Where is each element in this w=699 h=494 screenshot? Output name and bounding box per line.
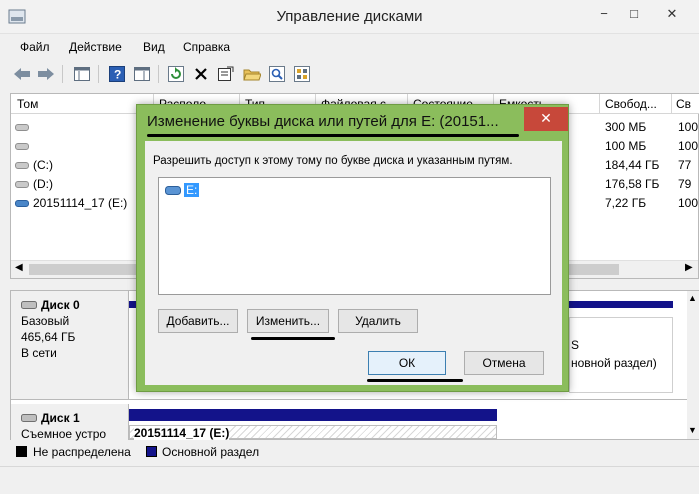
volume-disk-icon: [15, 181, 29, 188]
disk-1-type: Съемное устро: [21, 427, 107, 441]
scroll-right-icon[interactable]: ▶: [685, 262, 693, 273]
refresh-icon[interactable]: [166, 64, 186, 84]
drive-icon: [165, 185, 181, 195]
volume-free-space: 7,22 ГБ: [605, 196, 647, 210]
window-close-button[interactable]: ✕: [648, 2, 696, 26]
properties-panel-icon[interactable]: [132, 64, 152, 84]
dialog-title: Изменение буквы диска или путей для E: (…: [147, 113, 499, 130]
disk-0-partition-filesystem: S: [571, 338, 580, 352]
properties-icon[interactable]: [216, 64, 236, 84]
disk-1-title: Диск 1: [41, 411, 80, 425]
legend-unallocated-swatch: [16, 446, 27, 457]
hard-disk-icon: [21, 301, 37, 309]
dialog-description: Разрешить доступ к этому тому по букве д…: [153, 155, 513, 167]
volume-free-percent: 100: [678, 120, 699, 134]
settings-icon[interactable]: [292, 64, 312, 84]
paths-list[interactable]: E:: [158, 177, 551, 295]
scroll-left-icon[interactable]: ◀: [15, 262, 23, 273]
path-list-item[interactable]: E:: [165, 182, 200, 198]
path-item-label: E:: [184, 183, 200, 197]
menu-view[interactable]: Вид: [143, 40, 165, 54]
cancel-button[interactable]: Отмена: [464, 351, 544, 375]
column-header-free-percent[interactable]: Св: [676, 97, 698, 111]
menu-help[interactable]: Справка: [183, 40, 230, 54]
forward-arrow-icon[interactable]: [36, 64, 56, 84]
remove-button[interactable]: Удалить: [338, 309, 418, 333]
minimize-button[interactable]: −: [590, 2, 618, 26]
disk-0-partition-type: новной раздел): [571, 356, 657, 370]
menu-file[interactable]: Файл: [20, 40, 50, 54]
disk-1-partition-bar: [129, 409, 497, 421]
volume-free-space: 100 МБ: [605, 139, 647, 153]
status-bar: [0, 466, 699, 494]
disk-0-status: В сети: [21, 346, 57, 360]
legend: Не распределена Основной раздел: [10, 442, 699, 462]
disk-1-partition[interactable]: 20151114_17 (E:): [129, 425, 497, 440]
svg-text:?: ?: [114, 68, 121, 82]
volume-name: 20151114_17 (E:): [33, 196, 128, 210]
menu-action[interactable]: Действие: [69, 40, 122, 54]
ok-underline-mark: [367, 379, 463, 382]
disk-0-type: Базовый: [21, 314, 70, 328]
legend-primary-swatch: [146, 446, 157, 457]
volume-free-percent: 100: [678, 196, 699, 210]
disk-1-info[interactable]: Диск 1 Съемное устро: [11, 404, 129, 441]
ok-button[interactable]: ОК: [368, 351, 446, 375]
volume-free-space: 300 МБ: [605, 120, 647, 134]
open-folder-icon[interactable]: [242, 64, 262, 84]
menu-bar: Файл Действие Вид Справка: [0, 36, 699, 58]
search-icon[interactable]: [267, 64, 287, 84]
dialog-close-button[interactable]: ✕: [524, 107, 568, 131]
column-header-free-space[interactable]: Свобод...: [605, 97, 671, 111]
help-icon[interactable]: ?: [107, 64, 127, 84]
add-button[interactable]: Добавить...: [158, 309, 238, 333]
title-underline-mark: [147, 134, 519, 137]
legend-primary-label: Основной раздел: [162, 445, 260, 459]
disk-0-info[interactable]: Диск 0 Базовый 465,64 ГБ В сети: [11, 291, 129, 399]
volume-free-percent: 77: [678, 158, 692, 172]
volume-free-percent: 79: [678, 177, 692, 191]
volume-disk-icon: [15, 124, 29, 131]
dialog-body: Разрешить доступ к этому тому по букве д…: [145, 141, 562, 385]
volume-name: (C:): [33, 158, 53, 172]
back-arrow-icon[interactable]: [12, 64, 32, 84]
disk-0-title: Диск 0: [41, 298, 80, 312]
change-drive-letter-dialog: Изменение буквы диска или путей для E: (…: [136, 104, 569, 392]
volume-disk-icon: [15, 162, 29, 169]
volume-name: (D:): [33, 177, 53, 191]
toolbar: ?: [0, 60, 699, 88]
column-header-volume[interactable]: Том: [17, 97, 147, 111]
maximize-button[interactable]: □: [620, 2, 648, 26]
disk-0-size: 465,64 ГБ: [21, 330, 76, 344]
title-bar: Управление дисками − □ ✕: [0, 0, 699, 34]
scroll-up-icon[interactable]: ▲: [688, 293, 697, 303]
disk-1-partition-label: 20151114_17 (E:): [134, 426, 230, 440]
change-underline-mark: [251, 337, 335, 340]
vertical-scrollbar[interactable]: ▲ ▼: [687, 291, 699, 439]
volume-free-space: 176,58 ГБ: [605, 177, 660, 191]
console-view-icon[interactable]: [72, 64, 92, 84]
scroll-down-icon[interactable]: ▼: [688, 425, 697, 435]
removable-disk-icon: [15, 200, 29, 207]
change-button[interactable]: Изменить...: [247, 309, 329, 333]
delete-icon[interactable]: [191, 64, 211, 84]
volume-disk-icon: [15, 143, 29, 150]
volume-free-percent: 100: [678, 139, 699, 153]
removable-disk-icon: [21, 414, 37, 422]
volume-free-space: 184,44 ГБ: [605, 158, 660, 172]
disk-0-partition[interactable]: S новной раздел): [569, 317, 673, 393]
legend-unallocated-label: Не распределена: [33, 445, 131, 459]
